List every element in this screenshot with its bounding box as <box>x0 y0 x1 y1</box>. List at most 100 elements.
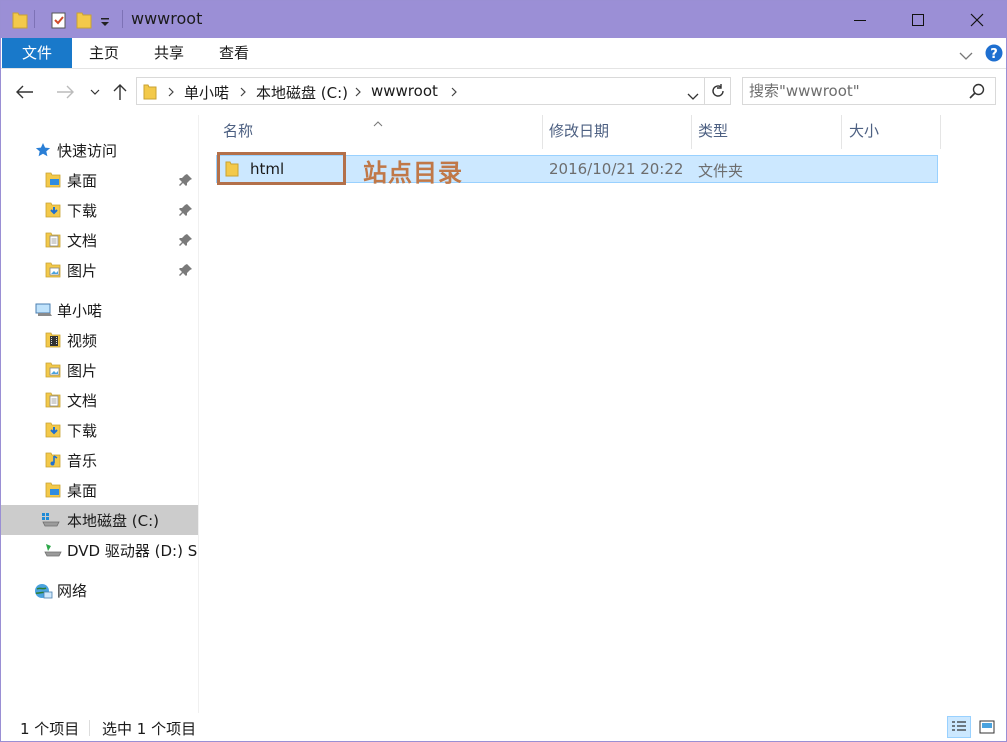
desktop-folder-icon <box>45 172 61 188</box>
column-divider[interactable] <box>542 115 543 149</box>
close-icon <box>970 13 984 26</box>
new-folder-icon[interactable] <box>76 10 92 30</box>
chevron-down-icon <box>90 89 100 95</box>
column-divider[interactable] <box>940 115 941 149</box>
search-input[interactable] <box>749 81 959 101</box>
address-history-icon[interactable] <box>687 87 699 105</box>
column-header-name[interactable]: 名称 <box>223 119 253 149</box>
nav-item-pictures[interactable]: 图片 <box>1 255 198 285</box>
column-header-modified[interactable]: 修改日期 <box>549 119 609 149</box>
tab-share[interactable]: 共享 <box>146 38 192 68</box>
breadcrumb-item[interactable]: 本地磁盘 (C:) <box>256 82 348 103</box>
details-view-icon <box>952 721 966 731</box>
nav-label: 快速访问 <box>57 142 118 160</box>
pin-icon[interactable] <box>179 233 193 247</box>
column-divider[interactable] <box>691 115 692 149</box>
pin-icon[interactable] <box>179 263 193 277</box>
tab-home[interactable]: 主页 <box>81 38 127 68</box>
chevron-right-icon[interactable] <box>352 86 364 98</box>
desktop-folder-icon <box>45 482 61 498</box>
back-arrow-icon <box>16 85 33 99</box>
title-bar: wwwroot <box>1 1 1006 38</box>
annotation-highlight-box <box>217 152 346 185</box>
downloads-folder-icon <box>45 422 61 438</box>
help-icon[interactable]: ? <box>985 44 1003 66</box>
pin-icon[interactable] <box>179 203 193 217</box>
maximize-icon <box>912 13 924 26</box>
sort-ascending-icon <box>373 114 383 132</box>
up-button[interactable] <box>108 81 132 103</box>
nav-label: 桌面 <box>67 172 98 190</box>
up-arrow-icon <box>113 84 127 100</box>
chevron-right-icon[interactable] <box>448 86 460 98</box>
nav-item-downloads[interactable]: 下载 <box>1 415 198 445</box>
properties-icon[interactable] <box>50 10 68 30</box>
nav-item-dvd-drive[interactable]: DVD 驱动器 (D:) SS <box>1 535 199 565</box>
column-header-type[interactable]: 类型 <box>698 119 728 149</box>
forward-arrow-icon <box>57 85 74 99</box>
file-modified: 2016/10/21 20:22 <box>549 160 684 178</box>
divider <box>34 10 35 28</box>
breadcrumb-item[interactable]: 单小喏 <box>184 82 229 103</box>
ribbon-tabs: 文件 主页 共享 查看 ? <box>1 38 1006 69</box>
chevron-right-icon[interactable] <box>237 86 249 98</box>
close-button[interactable] <box>948 1 1006 38</box>
nav-label: 音乐 <box>67 452 98 470</box>
chevron-right-icon[interactable] <box>165 86 177 98</box>
status-item-count: 1 个项目 <box>20 720 80 738</box>
minimize-button[interactable] <box>831 1 889 38</box>
documents-folder-icon <box>45 232 61 248</box>
nav-quick-access[interactable]: 快速访问 <box>1 135 198 165</box>
address-bar[interactable]: 单小喏 本地磁盘 (C:) wwwroot <box>136 77 705 105</box>
customize-toolbar-icon[interactable] <box>100 14 110 34</box>
nav-item-documents[interactable]: 文档 <box>1 225 198 255</box>
annotation-label: 站点目录 <box>363 159 463 187</box>
nav-network[interactable]: 网络 <box>1 575 198 605</box>
tab-file[interactable]: 文件 <box>2 38 72 68</box>
nav-label: 网络 <box>57 582 88 600</box>
nav-label: 图片 <box>67 262 98 280</box>
nav-item-documents[interactable]: 文档 <box>1 385 198 415</box>
nav-this-pc[interactable]: 单小喏 <box>1 295 198 325</box>
svg-text:?: ? <box>990 47 998 62</box>
large-icons-view-icon <box>979 720 995 734</box>
tab-view[interactable]: 查看 <box>211 38 257 68</box>
nav-label: 本地磁盘 (C:) <box>67 512 159 530</box>
nav-label: 图片 <box>67 362 98 380</box>
back-button[interactable] <box>13 81 37 103</box>
nav-label: 下载 <box>67 202 98 220</box>
nav-label: 单小喏 <box>57 302 103 320</box>
pictures-folder-icon <box>45 262 61 278</box>
expand-ribbon-icon[interactable] <box>959 47 973 65</box>
forward-button[interactable] <box>53 81 77 103</box>
recent-locations-button[interactable] <box>83 81 107 103</box>
search-box[interactable] <box>742 77 996 105</box>
navigation-bar: 单小喏 本地磁盘 (C:) wwwroot <box>1 69 1006 115</box>
nav-item-music[interactable]: 音乐 <box>1 445 198 475</box>
nav-item-downloads[interactable]: 下载 <box>1 195 198 225</box>
nav-item-desktop[interactable]: 桌面 <box>1 165 198 195</box>
column-header-size[interactable]: 大小 <box>849 119 879 149</box>
nav-item-local-disk[interactable]: 本地磁盘 (C:) <box>1 505 198 535</box>
minimize-icon <box>854 19 866 21</box>
breadcrumb-item[interactable]: wwwroot <box>371 82 438 100</box>
refresh-button[interactable] <box>705 77 731 105</box>
maximize-button[interactable] <box>889 1 947 38</box>
computer-icon <box>35 302 52 318</box>
folder-icon <box>12 10 28 30</box>
nav-item-pictures[interactable]: 图片 <box>1 355 198 385</box>
nav-item-videos[interactable]: 视频 <box>1 325 198 355</box>
nav-label: 桌面 <box>67 482 98 500</box>
pin-icon[interactable] <box>179 173 193 187</box>
music-folder-icon <box>45 452 61 468</box>
downloads-folder-icon <box>45 202 61 218</box>
column-divider[interactable] <box>841 115 842 149</box>
nav-label: 下载 <box>67 422 98 440</box>
large-icons-view-button[interactable] <box>975 716 999 738</box>
nav-item-desktop[interactable]: 桌面 <box>1 475 198 505</box>
divider <box>89 720 90 736</box>
search-icon[interactable] <box>969 83 985 103</box>
nav-label: DVD 驱动器 (D:) SS <box>67 542 199 560</box>
details-view-button[interactable] <box>947 716 971 738</box>
refresh-icon <box>711 84 724 97</box>
